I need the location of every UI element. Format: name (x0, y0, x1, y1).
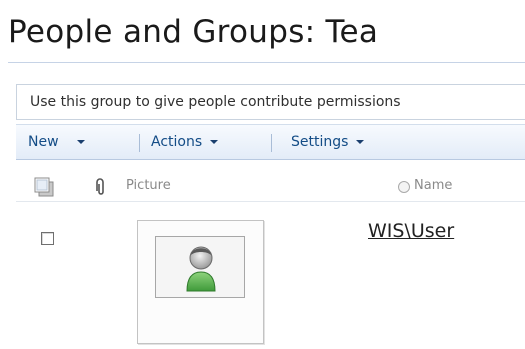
person-icon (186, 246, 216, 292)
select-all-icon[interactable] (34, 177, 54, 197)
settings-menu[interactable]: Settings (291, 125, 365, 159)
list-header-row: Picture Name (16, 172, 525, 202)
settings-menu-label: Settings (291, 134, 349, 150)
new-menu[interactable]: New (28, 125, 85, 159)
picture-column-header[interactable]: Picture (126, 178, 171, 193)
name-column-header[interactable]: Name (414, 178, 452, 193)
list-toolbar: New Actions Settings (16, 124, 525, 160)
row-select-checkbox[interactable] (41, 232, 54, 245)
chevron-down-icon (76, 140, 85, 144)
actions-menu-label: Actions (151, 134, 203, 150)
paperclip-icon (96, 178, 104, 195)
new-menu-label: New (28, 134, 59, 150)
user-name-link[interactable]: WIS\User (368, 220, 454, 242)
title-divider (8, 62, 525, 63)
chevron-down-icon (210, 140, 219, 144)
page-title: People and Groups: Tea (8, 14, 379, 50)
chevron-down-icon (356, 140, 365, 144)
user-picture (137, 220, 264, 344)
toolbar-separator (271, 134, 272, 152)
group-description: Use this group to give people contribute… (16, 84, 525, 120)
picture-placeholder-frame (155, 236, 245, 298)
actions-menu[interactable]: Actions (151, 125, 219, 159)
radio-icon (398, 181, 410, 193)
toolbar-separator (139, 134, 140, 152)
